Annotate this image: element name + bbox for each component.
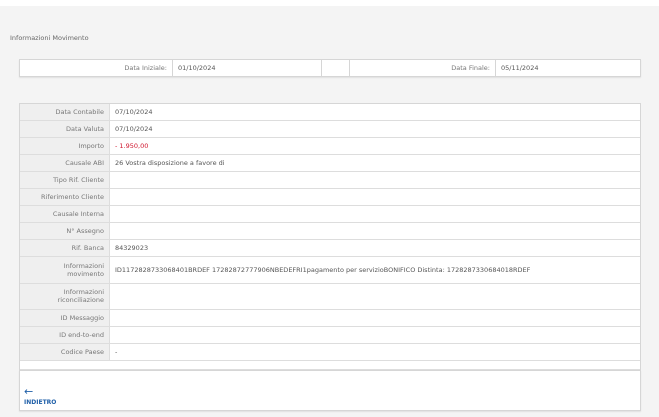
back-label: INDIETRO (24, 399, 57, 406)
detail-row: ID end-to-end (20, 327, 640, 344)
detail-label: Riferimento Cliente (20, 189, 110, 205)
detail-value (110, 223, 640, 239)
detail-row: Informazioni movimento ID1172828733068401… (20, 257, 640, 284)
arrow-left-icon: ← (24, 385, 34, 398)
detail-label: Informazioni riconciliazione (20, 283, 110, 309)
detail-row: Data Valuta 07/10/2024 (20, 121, 640, 138)
detail-label: Importo (20, 138, 110, 154)
detail-value: 84329023 (115, 244, 149, 252)
detail-value: ID1172828733068401BRDEF 17282872777906NB… (115, 265, 531, 274)
start-date-value: 01/10/2024 (173, 60, 322, 76)
detail-label: Causale ABI (20, 155, 110, 171)
detail-value: - (115, 348, 118, 356)
detail-row: Data Contabile 07/10/2024 (20, 104, 640, 121)
detail-label: Informazioni movimento (20, 257, 110, 283)
detail-row: Importo - 1.950,00 (20, 138, 640, 155)
end-date-value: 05/11/2024 (501, 64, 539, 72)
detail-row: Causale Interna (20, 206, 640, 223)
detail-label: Codice Paese (20, 344, 110, 360)
movement-detail-table: Data Contabile 07/10/2024 Data Valuta 07/10… (19, 103, 641, 371)
detail-row: Codice Paese - (20, 344, 640, 361)
date-spacer (322, 60, 350, 76)
detail-value: 07/10/2024 (115, 125, 153, 133)
detail-value (110, 284, 640, 310)
detail-label: ID Messaggio (20, 310, 110, 326)
section-title: Informazioni Movimento (10, 34, 89, 42)
empty-row (20, 361, 640, 370)
detail-row: Rif. Banca 84329023 (20, 240, 640, 257)
start-date-label: Data Iniziale: (20, 60, 173, 76)
detail-label: Rif. Banca (20, 240, 110, 256)
end-date-label: Data Finale: (350, 60, 496, 76)
detail-row: N° Assegno (20, 223, 640, 240)
detail-value: 07/10/2024 (115, 108, 153, 116)
detail-row: Informazioni riconciliazione (20, 283, 640, 310)
date-range: Data Iniziale: 01/10/2024 Data Finale: 0… (19, 59, 641, 77)
detail-value: 26 Vostra disposizione a favore di (115, 159, 225, 167)
back-button[interactable]: ← INDIETRO (24, 385, 57, 406)
detail-value (110, 206, 640, 222)
detail-value: - 1.950,00 (115, 142, 149, 150)
detail-value (110, 310, 640, 326)
detail-value (110, 189, 640, 205)
detail-label: N° Assegno (20, 223, 110, 239)
detail-row: Causale ABI 26 Vostra disposizione a favo… (20, 155, 640, 172)
detail-row: ID Messaggio (20, 310, 640, 327)
detail-label: Data Valuta (20, 121, 110, 137)
detail-row: Tipo Rif. Cliente (20, 172, 640, 189)
detail-row: Riferimento Cliente (20, 189, 640, 206)
detail-label: Tipo Rif. Cliente (20, 172, 110, 188)
footer-bar: ← INDIETRO (19, 370, 641, 411)
detail-label: Causale Interna (20, 206, 110, 222)
page-background: Informazioni Movimento Data Iniziale: 01… (0, 6, 659, 417)
detail-value (110, 327, 640, 343)
detail-label: ID end-to-end (20, 327, 110, 343)
detail-label: Data Contabile (20, 104, 110, 120)
detail-value (110, 172, 640, 188)
